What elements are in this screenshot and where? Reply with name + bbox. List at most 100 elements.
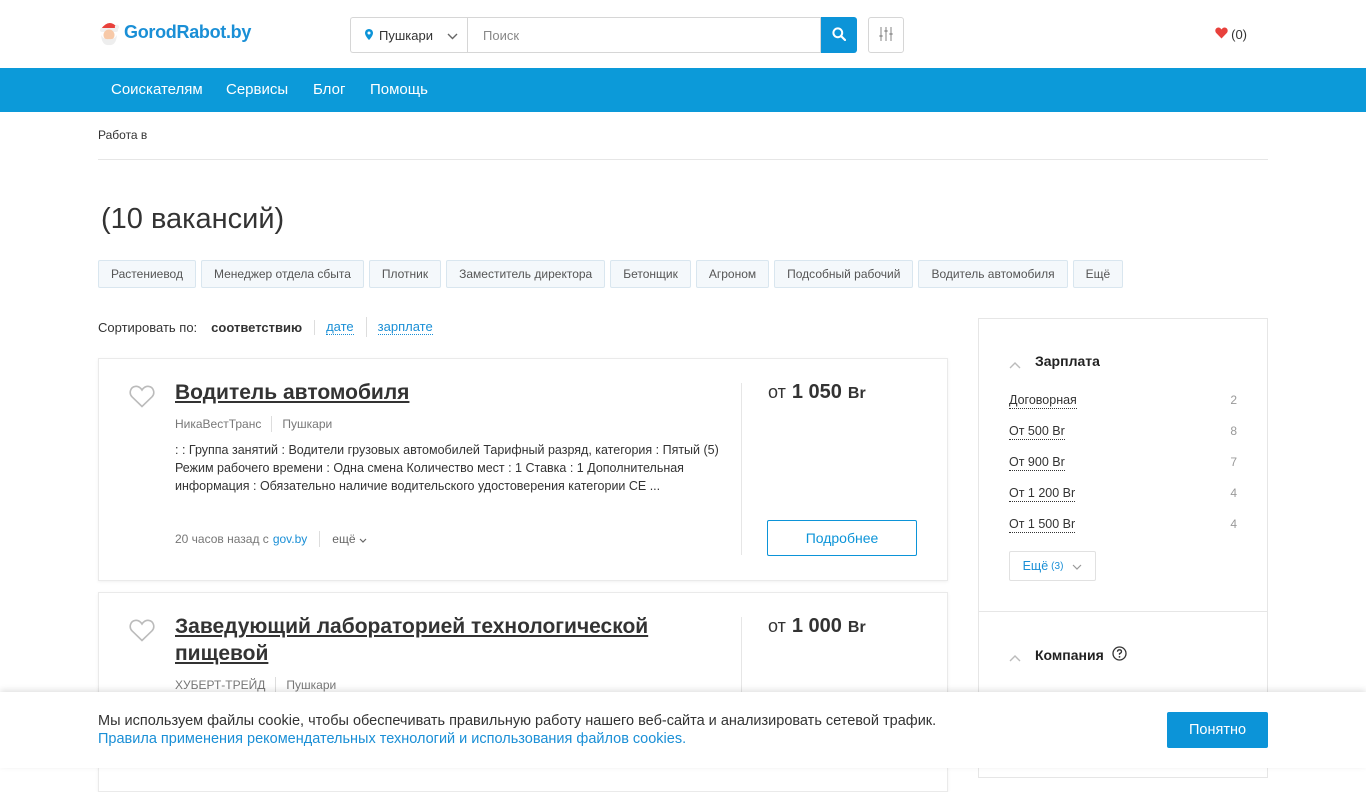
- sort-bar: Сортировать по: соответствию дате зарпла…: [98, 317, 433, 337]
- tag-item[interactable]: Агроном: [695, 260, 770, 288]
- more-label: Ещё: [1022, 559, 1049, 573]
- heart-icon: [1215, 27, 1228, 42]
- salary-filter-option[interactable]: От 1 200 Br 4: [1009, 486, 1237, 502]
- sort-by-date[interactable]: дате: [326, 319, 354, 335]
- salary-prefix: от: [768, 616, 786, 636]
- vacancy-description: : : Группа занятий : Водители грузовых а…: [175, 443, 719, 493]
- option-label: От 900 Br: [1009, 455, 1065, 471]
- tag-item[interactable]: Заместитель директора: [446, 260, 606, 288]
- option-label: От 500 Br: [1009, 424, 1065, 440]
- vacancy-title[interactable]: Заведующий лабораторией технологической …: [175, 613, 715, 667]
- logo-text: GorodRabot.by: [124, 21, 252, 42]
- option-label: От 1 500 Br: [1009, 517, 1076, 533]
- salary-value: 1 000: [791, 615, 842, 637]
- vacancy-card: Водитель автомобиля НикаВестТранс Пушкар…: [98, 358, 948, 581]
- tags-more-button[interactable]: Ещё: [1072, 260, 1124, 288]
- option-label: Договорная: [1009, 393, 1077, 409]
- favorites-link[interactable]: (0): [1215, 27, 1247, 42]
- vacancy-source-link[interactable]: gov.by: [273, 532, 307, 546]
- nav-item-services[interactable]: Сервисы: [226, 81, 288, 98]
- search-input[interactable]: [467, 17, 821, 53]
- vacancy-city: Пушкари: [286, 678, 337, 692]
- sort-label: Сортировать по:: [98, 319, 198, 335]
- vacancy-footer: 20 часов назад с gov.by ещё: [175, 531, 367, 547]
- sliders-icon: [879, 26, 893, 45]
- divider: [98, 159, 1268, 160]
- more-label: ещё: [332, 532, 356, 546]
- sort-current: соответствию: [211, 319, 316, 335]
- breadcrumb: Работа в: [98, 128, 148, 142]
- card-divider: [741, 383, 742, 555]
- salary-filter-option[interactable]: От 900 Br 7: [1009, 455, 1237, 471]
- salary-currency: Br: [847, 619, 866, 636]
- salary-more-button[interactable]: Ещё (3): [1009, 551, 1096, 581]
- header: GorodRabot.by Пушкари (0): [0, 0, 1366, 68]
- cookie-message: Мы используем файлы cookie, чтобы обеспе…: [98, 712, 936, 748]
- chevron-down-icon: [359, 532, 367, 546]
- search-bar: Пушкари: [350, 17, 857, 53]
- vacancy-meta: ХУБЕРТ-ТРЕЙД Пушкари: [175, 677, 336, 693]
- filter-button[interactable]: [868, 17, 904, 53]
- sort-by-salary[interactable]: зарплате: [377, 319, 433, 335]
- company-filter-label: Компания: [1035, 647, 1104, 663]
- santa-logo-icon: [98, 18, 120, 46]
- tag-item[interactable]: Бетонщик: [610, 260, 691, 288]
- tag-item[interactable]: Водитель автомобиля: [918, 260, 1068, 288]
- cookie-text: Мы используем файлы cookie, чтобы обеспе…: [98, 713, 937, 729]
- salary-filter-option[interactable]: От 500 Br 8: [1009, 424, 1237, 440]
- vacancy-company: ХУБЕРТ-ТРЕЙД: [175, 678, 266, 692]
- more-count: (3): [1051, 560, 1064, 572]
- location-select[interactable]: Пушкари: [350, 17, 467, 53]
- tag-item[interactable]: Менеджер отдела сбыта: [200, 260, 364, 288]
- company-filter-title[interactable]: Компания: [1035, 646, 1127, 664]
- salary-prefix: от: [768, 382, 786, 402]
- vacancy-posted: 20 часов назад с: [175, 532, 269, 546]
- option-count: 7: [1230, 455, 1237, 469]
- cookie-banner: Мы используем файлы cookie, чтобы обеспе…: [0, 692, 1366, 768]
- salary-filter-option[interactable]: Договорная 2: [1009, 393, 1237, 409]
- tag-item[interactable]: Подсобный рабочий: [774, 260, 914, 288]
- divider: [979, 611, 1267, 612]
- sort-separator: [365, 317, 367, 337]
- nav-item-help[interactable]: Помощь: [370, 81, 428, 98]
- favorite-heart-icon[interactable]: [129, 385, 155, 413]
- meta-separator: [319, 531, 321, 547]
- option-label: От 1 200 Br: [1009, 486, 1076, 502]
- chevron-up-icon[interactable]: [1009, 356, 1021, 374]
- chevron-up-icon[interactable]: [1009, 649, 1021, 667]
- tag-item[interactable]: Растениевод: [98, 260, 196, 288]
- chevron-down-icon: [1072, 559, 1082, 573]
- option-count: 2: [1230, 393, 1237, 407]
- cookie-accept-button[interactable]: Понятно: [1167, 712, 1268, 748]
- help-icon[interactable]: [1112, 646, 1127, 664]
- salary-filter-option[interactable]: От 1 500 Br 4: [1009, 517, 1237, 533]
- vacancy-city: Пушкари: [282, 417, 333, 431]
- meta-separator: [275, 677, 277, 693]
- vacancy-salary: от 1 000 Br: [768, 615, 866, 638]
- site-logo[interactable]: GorodRabot.by: [98, 18, 251, 46]
- meta-separator: [271, 416, 273, 432]
- vacancy-salary: от 1 050 Br: [768, 381, 866, 404]
- chevron-down-icon: [447, 28, 458, 43]
- salary-filter-title[interactable]: Зарплата: [1035, 353, 1100, 369]
- vacancy-more-dropdown[interactable]: ещё: [332, 532, 366, 546]
- search-icon: [832, 26, 847, 44]
- salary-currency: Br: [847, 385, 866, 402]
- vacancy-title[interactable]: Водитель автомобиля: [175, 379, 715, 406]
- location-label: Пушкари: [379, 27, 433, 43]
- nav-item-blog[interactable]: Блог: [313, 81, 345, 98]
- cookie-policy-link[interactable]: Правила применения рекомендательных техн…: [98, 731, 686, 747]
- favorites-count: (0): [1231, 27, 1247, 42]
- related-tags: Растениевод Менеджер отдела сбыта Плотни…: [98, 260, 1124, 288]
- nav-item-job-seekers[interactable]: Соискателям: [111, 81, 203, 98]
- main-nav: Соискателям Сервисы Блог Помощь: [0, 68, 1366, 112]
- option-count: 4: [1230, 517, 1237, 531]
- details-button[interactable]: Подробнее: [767, 520, 917, 556]
- map-pin-icon: [365, 28, 373, 43]
- vacancy-company: НикаВестТранс: [175, 417, 262, 431]
- favorite-heart-icon[interactable]: [129, 619, 155, 647]
- salary-value: 1 050: [791, 381, 842, 403]
- tag-item[interactable]: Плотник: [368, 260, 442, 288]
- vacancy-meta: НикаВестТранс Пушкари: [175, 416, 332, 432]
- search-button[interactable]: [821, 17, 857, 53]
